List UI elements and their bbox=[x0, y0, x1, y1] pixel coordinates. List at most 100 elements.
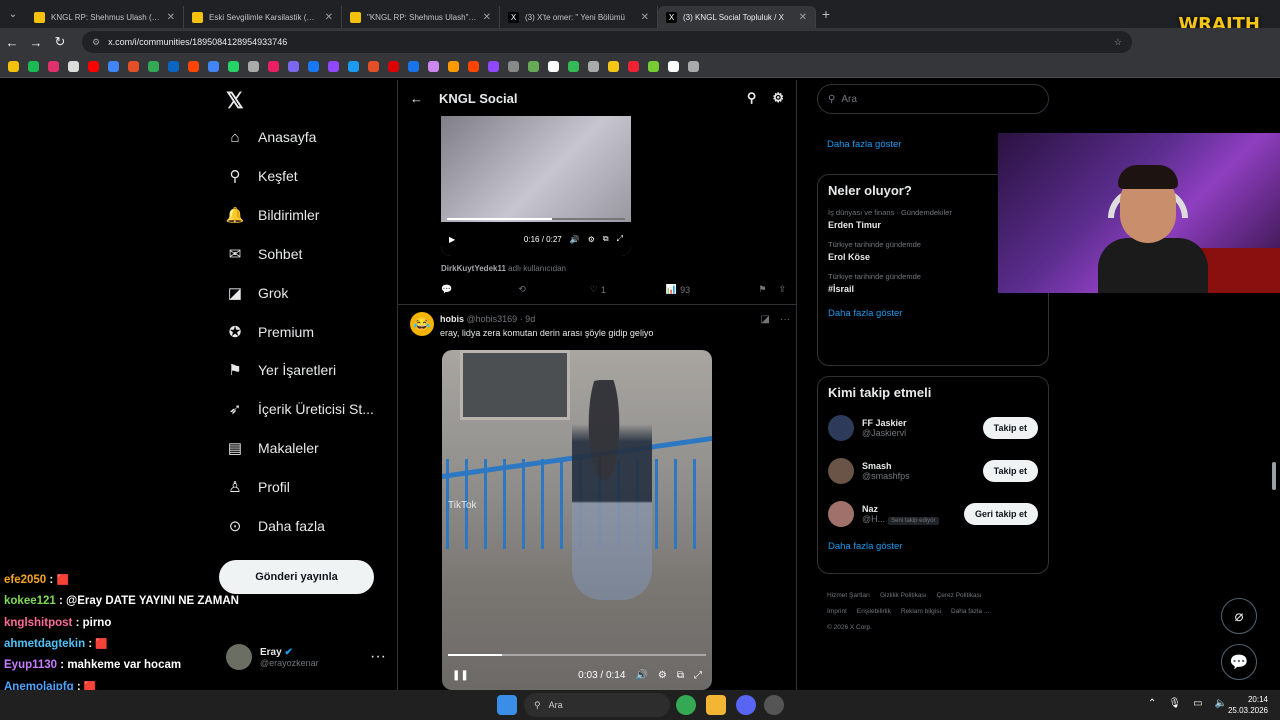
video-player[interactable]: TikTok ❚❚ 0:03 / 0:14 🔊 ⚙ ⧉ ⤢ bbox=[442, 350, 712, 690]
messages-fab-icon[interactable]: 💬 bbox=[1221, 644, 1257, 680]
bookmark-icon[interactable] bbox=[48, 61, 59, 72]
bookmark-icon[interactable] bbox=[248, 61, 259, 72]
bookmark-icon[interactable] bbox=[668, 61, 679, 72]
nav-item[interactable]: ⌂ Anasayfa bbox=[226, 128, 316, 146]
like-button[interactable]: ♡ 1 bbox=[590, 284, 606, 295]
settings-icon[interactable]: ⚙ bbox=[588, 235, 595, 244]
footer-link[interactable]: Erişilebilirlik bbox=[857, 608, 891, 615]
x-logo-icon[interactable]: 𝕏 bbox=[226, 88, 244, 114]
nav-item[interactable]: ➶ İçerik Üreticisi St... bbox=[226, 400, 374, 418]
follow-name[interactable]: Naz bbox=[862, 504, 939, 514]
bookmark-icon[interactable] bbox=[68, 61, 79, 72]
video-progress[interactable] bbox=[448, 654, 706, 656]
browser-tab[interactable]: "KNGL RP: Shehmus Ulash" Esk ✕ bbox=[342, 6, 500, 28]
close-icon[interactable]: ✕ bbox=[167, 12, 175, 23]
show-more-link[interactable]: Daha fazla göster bbox=[818, 308, 1048, 319]
nav-item[interactable]: ▤ Makaleler bbox=[226, 439, 319, 457]
bookmark-icon[interactable] bbox=[28, 61, 39, 72]
discord-icon[interactable] bbox=[736, 695, 756, 715]
footer-link[interactable]: Gizlilik Politikası bbox=[880, 592, 927, 599]
pip-icon[interactable]: ⧉ bbox=[603, 234, 609, 244]
nav-item[interactable]: ◪ Grok bbox=[226, 284, 288, 302]
avatar[interactable] bbox=[828, 457, 854, 484]
nav-item[interactable]: ⚑ Yer İşaretleri bbox=[226, 361, 336, 379]
back-arrow-icon[interactable]: ← bbox=[410, 91, 423, 106]
bookmark-icon[interactable] bbox=[328, 61, 339, 72]
bookmark-icon[interactable] bbox=[548, 61, 559, 72]
bookmark-icon[interactable] bbox=[488, 61, 499, 72]
follow-button[interactable]: Takip et bbox=[982, 416, 1038, 439]
site-info-icon[interactable]: ⚙ bbox=[92, 37, 100, 48]
source-user-link[interactable]: DirkKuytYedek11 bbox=[441, 264, 506, 273]
bookmark-icon[interactable] bbox=[8, 61, 19, 72]
post-button[interactable]: Gönderi yayınla bbox=[219, 560, 374, 594]
bookmark-icon[interactable] bbox=[368, 61, 379, 72]
forward-icon[interactable]: → bbox=[24, 35, 48, 50]
follow-suggestion[interactable]: Smash @smashfps Takip et bbox=[818, 449, 1048, 492]
file-explorer-icon[interactable] bbox=[706, 695, 726, 715]
bookmark-icon[interactable] bbox=[648, 61, 659, 72]
bookmark-icon[interactable] bbox=[108, 61, 119, 72]
bookmark-icon[interactable] bbox=[408, 61, 419, 72]
scrollbar[interactable] bbox=[1272, 462, 1276, 490]
grok-fab-icon[interactable]: ⌀ bbox=[1221, 598, 1257, 634]
footer-link[interactable]: Reklam bilgisi bbox=[901, 608, 941, 615]
follow-button[interactable]: Takip et bbox=[982, 459, 1038, 482]
browser-tab[interactable]: Eski Sevgilimle Karsilastik (2026 ✕ bbox=[184, 6, 342, 28]
bookmark-icon[interactable] bbox=[128, 61, 139, 72]
bookmark-icon[interactable] bbox=[588, 61, 599, 72]
close-icon[interactable]: ✕ bbox=[799, 12, 807, 23]
bookmark-icon[interactable] bbox=[628, 61, 639, 72]
bookmark-icon[interactable] bbox=[468, 61, 479, 72]
footer-link[interactable]: Daha fazla ... bbox=[951, 608, 989, 615]
browser-tab[interactable]: X (3) X'te omer: " Yeni Bölümü ✕ bbox=[500, 6, 658, 28]
video-progress[interactable] bbox=[447, 218, 625, 220]
bookmark-icon[interactable] bbox=[348, 61, 359, 72]
nav-item[interactable]: ✉ Sohbet bbox=[226, 245, 303, 263]
follow-suggestion[interactable]: FF Jaskier @Jaskiervl Takip et bbox=[818, 406, 1048, 449]
bookmark-icon[interactable] bbox=[688, 61, 699, 72]
follow-button[interactable]: Geri takip et bbox=[963, 502, 1038, 525]
bookmark-icon[interactable] bbox=[608, 61, 619, 72]
taskbar-search[interactable]: ⚲ Ara bbox=[524, 693, 670, 717]
url-bar[interactable]: ⚙ x.com/i/communities/189508412895493374… bbox=[82, 31, 1132, 53]
clock[interactable]: 20:14 25.03.2026 bbox=[1228, 694, 1268, 716]
chrome-icon[interactable] bbox=[676, 695, 696, 715]
bookmark-icon[interactable] bbox=[228, 61, 239, 72]
nav-item[interactable]: ⚲ Keşfet bbox=[226, 167, 298, 185]
browser-tab[interactable]: KNGL RP: Shehmus Ulash (TV S ✕ bbox=[26, 6, 184, 28]
back-icon[interactable]: ← bbox=[0, 35, 24, 50]
follow-name[interactable]: FF Jaskier bbox=[862, 418, 907, 428]
fullscreen-icon[interactable]: ⤢ bbox=[617, 234, 623, 244]
play-icon[interactable]: ▶ bbox=[449, 235, 455, 244]
bookmark-icon[interactable] bbox=[568, 61, 579, 72]
bookmark-icon[interactable] bbox=[448, 61, 459, 72]
bookmark-icon[interactable] bbox=[508, 61, 519, 72]
grok-icon[interactable]: ◪ bbox=[761, 314, 770, 325]
follow-suggestion[interactable]: Naz @H... Seni takip ediyor Geri takip et bbox=[818, 492, 1048, 535]
settings-icon[interactable]: ⚙ bbox=[658, 670, 667, 681]
share-icon[interactable]: ⇪ bbox=[778, 284, 786, 295]
follow-name[interactable]: Smash bbox=[862, 461, 910, 471]
avatar[interactable]: 😂 bbox=[410, 312, 434, 336]
show-more-link[interactable]: Daha fazla göster bbox=[818, 541, 1048, 552]
show-more-link[interactable]: Daha fazla göster bbox=[817, 139, 911, 150]
nav-item[interactable]: ♙ Profil bbox=[226, 478, 290, 496]
windows-start-icon[interactable] bbox=[497, 695, 517, 715]
nav-item[interactable]: ⊙ Daha fazla bbox=[226, 517, 325, 535]
new-tab-button[interactable]: + bbox=[816, 6, 836, 22]
bookmark-icon[interactable]: ⚑ bbox=[758, 284, 766, 295]
footer-link[interactable]: Hizmet Şartları bbox=[827, 592, 870, 599]
system-tray[interactable]: ⌃ 🎙 ▭ 🔈 bbox=[1148, 698, 1227, 709]
star-icon[interactable]: ☆ bbox=[1114, 37, 1122, 48]
bookmark-icon[interactable] bbox=[88, 61, 99, 72]
avatar[interactable] bbox=[828, 500, 854, 527]
close-icon[interactable]: ✕ bbox=[483, 12, 491, 23]
bookmark-icon[interactable] bbox=[428, 61, 439, 72]
bookmark-icon[interactable] bbox=[268, 61, 279, 72]
tweet-author[interactable]: hobis bbox=[440, 314, 464, 324]
bookmark-icon[interactable] bbox=[148, 61, 159, 72]
pause-icon[interactable]: ❚❚ bbox=[452, 670, 469, 681]
fullscreen-icon[interactable]: ⤢ bbox=[694, 670, 702, 681]
bookmark-icon[interactable] bbox=[308, 61, 319, 72]
